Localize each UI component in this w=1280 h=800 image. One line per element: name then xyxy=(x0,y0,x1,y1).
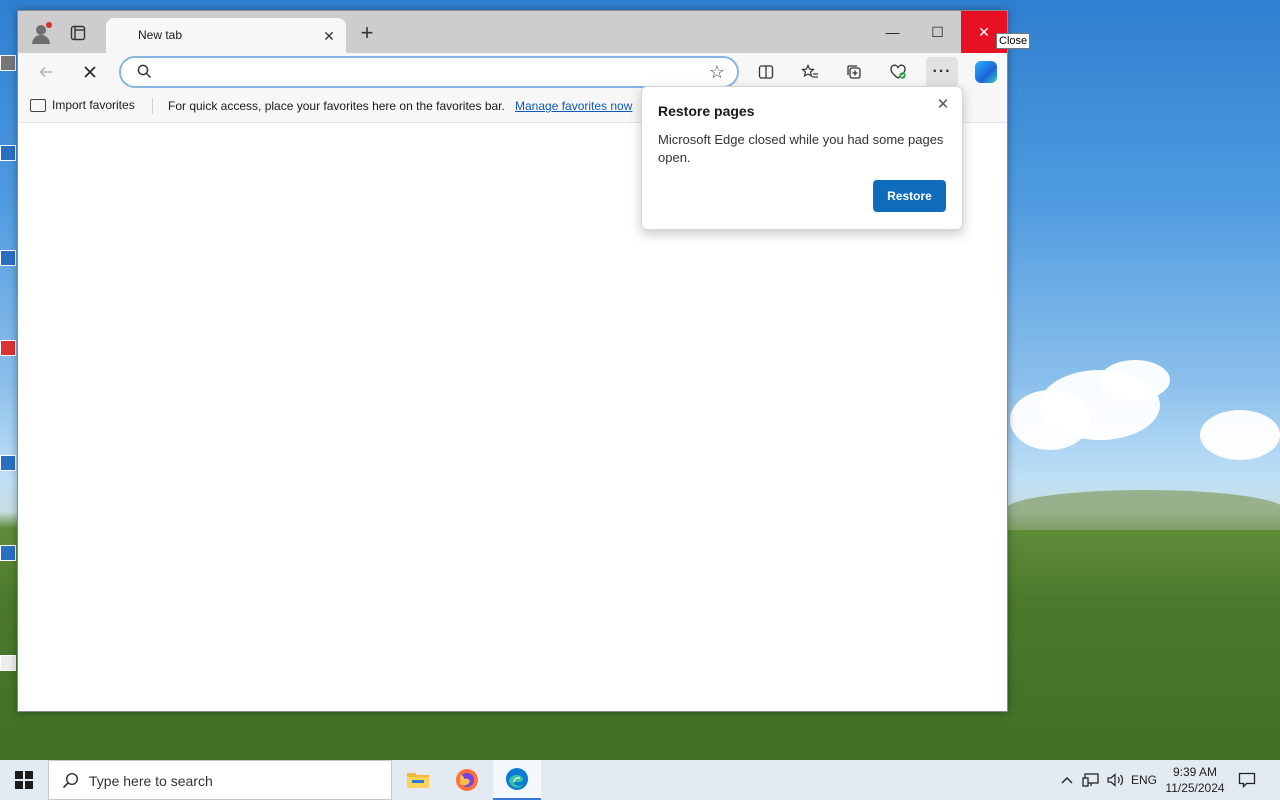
cloud xyxy=(1200,410,1280,460)
cloud xyxy=(1100,360,1170,400)
cloud xyxy=(1010,390,1090,450)
start-button[interactable] xyxy=(0,760,48,800)
close-tooltip: Close xyxy=(996,33,1031,49)
copilot-icon[interactable] xyxy=(970,57,1002,87)
divider xyxy=(152,98,153,114)
desktop-icon[interactable] xyxy=(0,55,18,85)
stop-icon[interactable] xyxy=(74,57,106,87)
collections-icon[interactable] xyxy=(838,57,870,87)
tab-new-tab[interactable]: New tab ✕ xyxy=(106,18,346,53)
windows-logo-icon xyxy=(15,771,33,789)
clock-time: 9:39 AM xyxy=(1172,765,1218,779)
import-icon xyxy=(30,98,46,112)
firefox-icon[interactable] xyxy=(443,760,491,800)
favorites-icon[interactable] xyxy=(794,57,826,87)
chevron-up-icon[interactable] xyxy=(1058,760,1076,800)
file-explorer-icon[interactable] xyxy=(394,760,442,800)
import-favorites-label: Import favorites xyxy=(52,98,135,112)
maximize-button[interactable]: ☐ xyxy=(915,11,960,53)
taskbar: Type here to search ENG 9:39 AM 11/25/20… xyxy=(0,760,1280,800)
split-screen-icon[interactable] xyxy=(750,57,782,87)
favorites-bar-message: For quick access, place your favorites h… xyxy=(168,99,505,113)
new-tab-button[interactable]: + xyxy=(351,17,383,49)
minimize-button[interactable]: — xyxy=(870,11,915,53)
network-icon[interactable] xyxy=(1081,760,1101,800)
search-placeholder: Type here to search xyxy=(89,773,213,789)
tab-strip: New tab ✕ + — ☐ ✕ xyxy=(18,11,1007,53)
star-icon[interactable]: ☆ xyxy=(709,62,725,83)
tab-close-icon[interactable]: ✕ xyxy=(318,25,340,47)
address-input[interactable] xyxy=(161,62,685,84)
back-arrow-icon[interactable] xyxy=(30,57,62,87)
taskbar-search-box[interactable]: Type here to search xyxy=(48,760,392,800)
restore-button[interactable]: Restore xyxy=(873,180,946,212)
search-icon xyxy=(137,64,152,84)
volume-icon[interactable] xyxy=(1106,760,1126,800)
distant-hill xyxy=(1005,490,1280,530)
profile-icon[interactable] xyxy=(26,17,58,49)
desktop-icon[interactable] xyxy=(0,250,18,280)
manage-favorites-link[interactable]: Manage favorites now xyxy=(515,99,632,113)
desktop-icon[interactable] xyxy=(0,655,18,685)
tab-title: New tab xyxy=(138,28,183,42)
popup-title: Restore pages xyxy=(658,103,755,119)
close-icon[interactable]: ✕ xyxy=(932,93,954,115)
restore-pages-popup: Restore pages ✕ Microsoft Edge closed wh… xyxy=(641,86,963,230)
desktop-icon[interactable] xyxy=(0,145,18,175)
notification-dot xyxy=(46,22,52,28)
more-icon[interactable]: ··· xyxy=(926,57,958,87)
clock-date: 11/25/2024 xyxy=(1165,781,1225,795)
tab-actions-icon[interactable] xyxy=(62,17,94,49)
address-bar[interactable]: ☆ xyxy=(119,56,739,88)
search-icon xyxy=(62,772,79,794)
desktop-icon[interactable] xyxy=(0,545,18,575)
import-favorites-button[interactable]: Import favorites xyxy=(30,98,135,112)
popup-message: Microsoft Edge closed while you had some… xyxy=(658,132,944,165)
heart-icon[interactable] xyxy=(882,57,914,87)
edge-icon[interactable] xyxy=(493,760,541,800)
desktop-icon[interactable] xyxy=(0,340,18,370)
desktop-icon[interactable] xyxy=(0,455,18,485)
notification-icon[interactable] xyxy=(1232,760,1262,800)
language-indicator[interactable]: ENG xyxy=(1131,760,1157,800)
clock[interactable]: 9:39 AM 11/25/2024 xyxy=(1160,760,1230,800)
